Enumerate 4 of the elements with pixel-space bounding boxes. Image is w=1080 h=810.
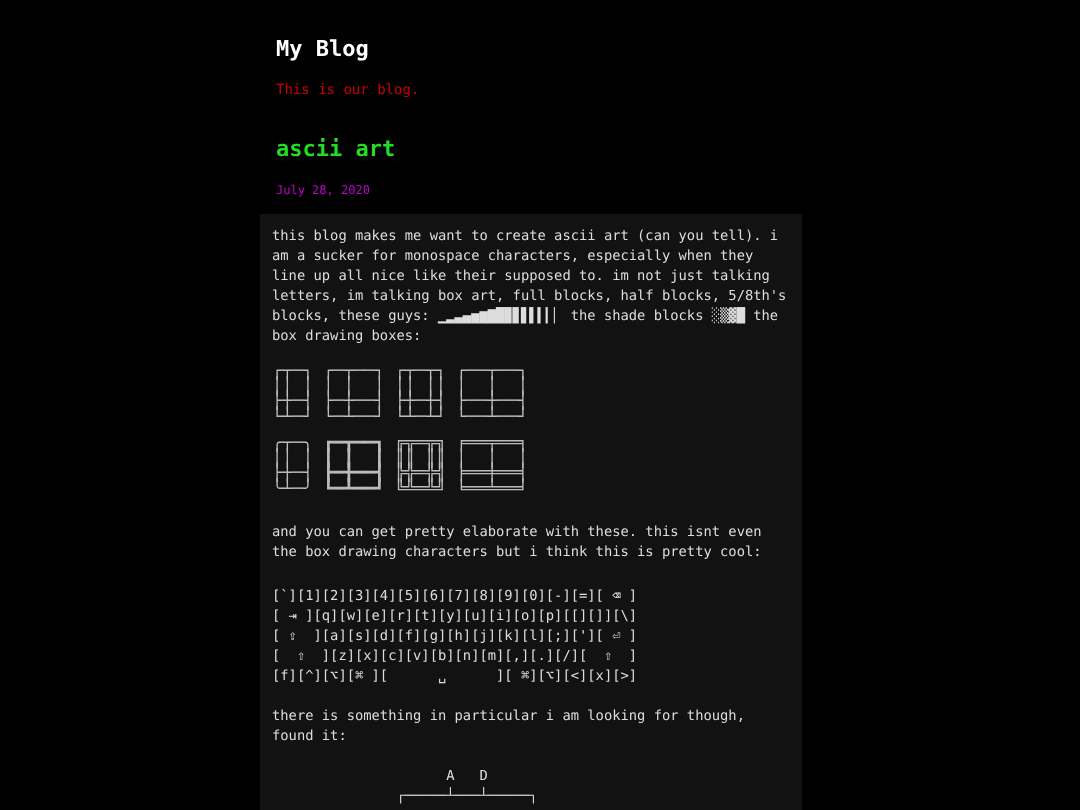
post-title: ascii art xyxy=(276,136,396,162)
blog-title: My Blog xyxy=(276,36,369,62)
box-drawing-art: ┌┬─┐ ┌─┬──┐ ┌┬─┬┐ ┌──┬──┐ ││ │ │ │ │ ││ ││ │ │ │ ├┼─┤ ├─┼──┤ ├┼─┼┤ ├──┼──┤ └┴─┘ └─┴──┘ └┴─┴┘ └──┴──┘ xyxy=(272,366,528,426)
box-drawing-art: ╭┬─╮ ┏━┳━━┓ ╔╦═╦╗ ╒══╤══╕ ││ │ ┃ ┃ ┃ ║║ ║║ │ │ │ ├┼─┤ ┣━╋━━┫ ╠╬═╬╣ ╞══╪══╡ ╰┴─╯ ┗━┻━━┛ ╚╩═╩╝ ╘══╧══╛ xyxy=(272,438,528,498)
